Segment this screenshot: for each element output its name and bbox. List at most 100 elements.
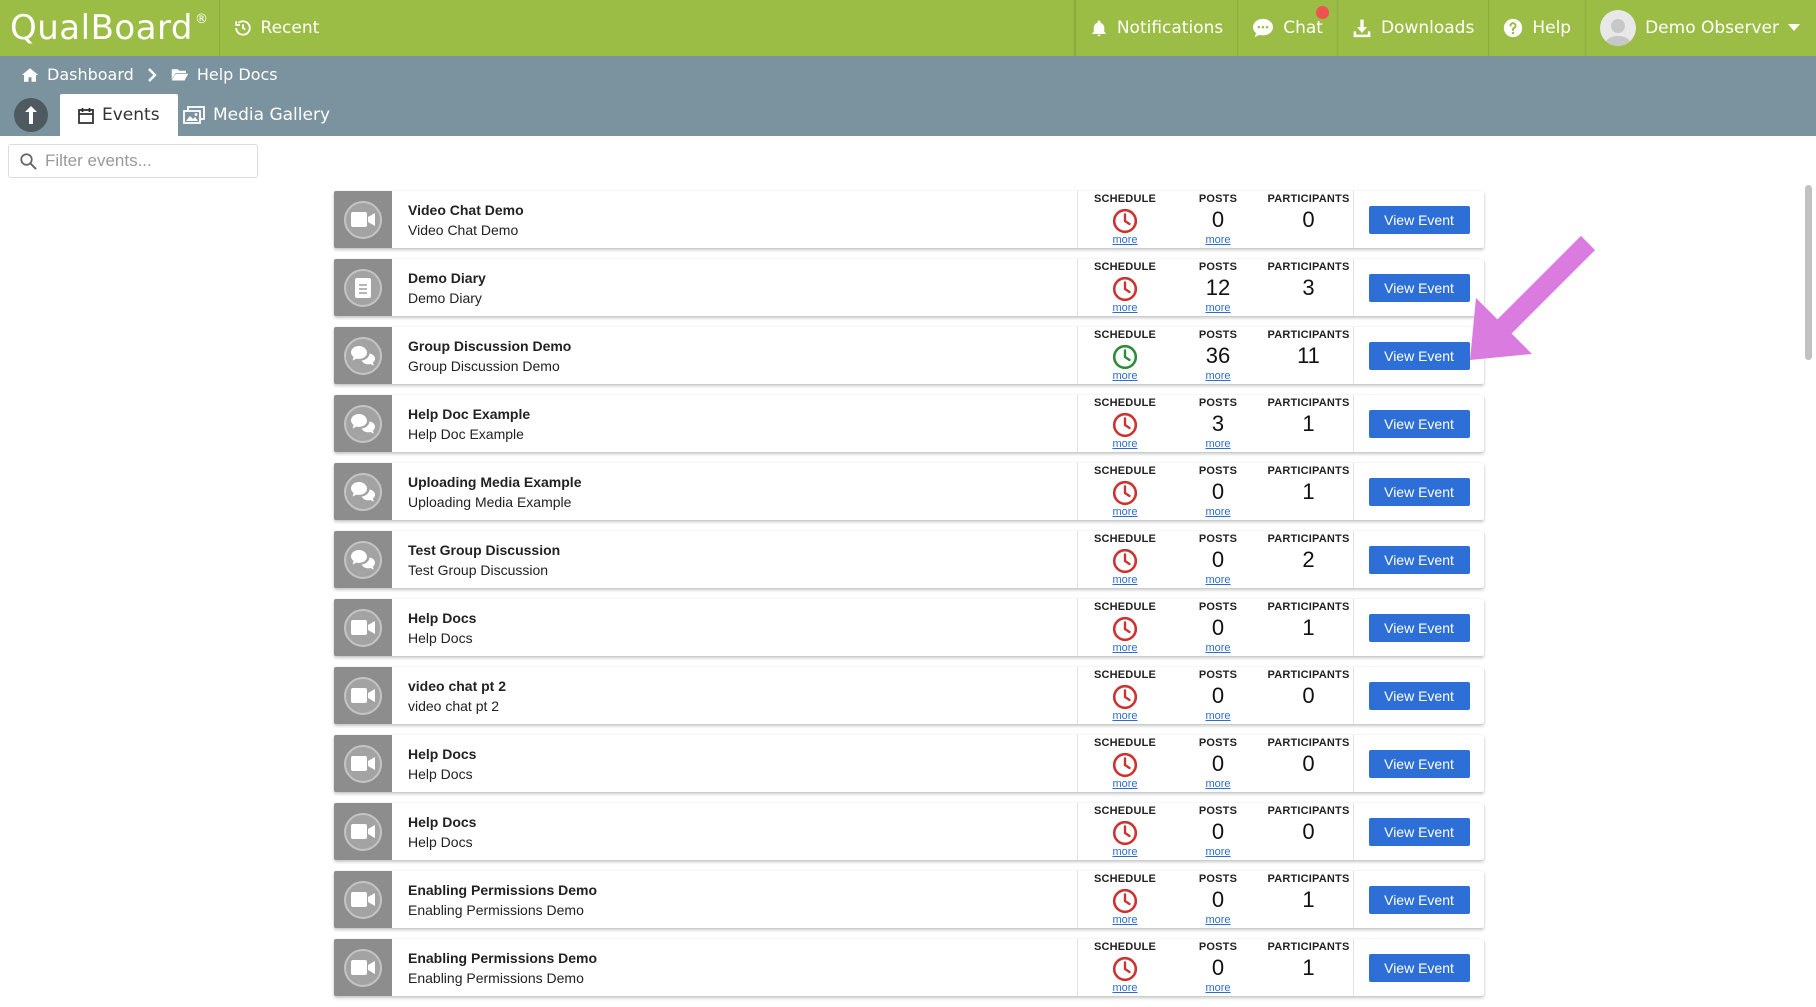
schedule-more-link[interactable]: more xyxy=(1112,302,1137,315)
discussion-icon xyxy=(351,345,375,366)
posts-more-link[interactable]: more xyxy=(1205,914,1230,927)
participants-stat: PARTICIPANTS 11 xyxy=(1264,327,1354,384)
event-type-tile xyxy=(334,939,392,996)
schedule-more-link[interactable]: more xyxy=(1112,914,1137,927)
posts-header: POSTS xyxy=(1198,465,1238,477)
tab-media-gallery-label: Media Gallery xyxy=(213,105,331,125)
posts-more-link[interactable]: more xyxy=(1205,574,1230,587)
participants-count: 1 xyxy=(1302,955,1315,980)
video-camera-icon xyxy=(351,620,375,635)
tab-media-gallery[interactable]: Media Gallery xyxy=(165,94,348,136)
posts-more-link[interactable]: more xyxy=(1205,370,1230,383)
event-type-tile xyxy=(334,667,392,724)
posts-stat: POSTS 0 more xyxy=(1172,939,1264,996)
view-event-button[interactable]: View Event xyxy=(1368,545,1470,574)
logo-text: QualBoard xyxy=(10,8,194,48)
schedule-more-link[interactable]: more xyxy=(1112,370,1137,383)
event-row: video chat pt 2 video chat pt 2 SCHEDULE mo… xyxy=(334,667,1484,724)
back-button[interactable] xyxy=(14,98,48,132)
view-event-button[interactable]: View Event xyxy=(1368,409,1470,438)
view-event-button[interactable]: View Event xyxy=(1368,817,1470,846)
event-row: Help Doc Example Help Doc Example SCHEDULE… xyxy=(334,395,1484,452)
schedule-header: SCHEDULE xyxy=(1093,533,1157,545)
event-type-badge xyxy=(344,608,382,647)
schedule-stat: SCHEDULE more xyxy=(1078,395,1172,452)
qualboard-logo[interactable]: QualBoard ® xyxy=(0,0,219,56)
event-title: video chat pt 2 xyxy=(408,678,507,694)
event-text-block: Help Docs Help Docs xyxy=(392,599,1078,656)
view-event-button[interactable]: View Event xyxy=(1368,749,1470,778)
view-event-cell: View Event xyxy=(1354,939,1484,996)
filter-events-input[interactable] xyxy=(45,151,245,171)
event-type-badge xyxy=(344,948,382,987)
tab-events[interactable]: Events xyxy=(60,94,178,136)
event-subtitle: Group Discussion Demo xyxy=(408,358,560,374)
chat-label: Chat xyxy=(1283,18,1323,38)
posts-more-link[interactable]: more xyxy=(1205,642,1230,655)
posts-header: POSTS xyxy=(1198,397,1238,409)
chat-button[interactable]: Chat xyxy=(1237,0,1337,56)
schedule-more-link[interactable]: more xyxy=(1112,438,1137,451)
notifications-button[interactable]: Notifications xyxy=(1074,0,1237,56)
video-camera-icon xyxy=(351,824,375,839)
posts-stat: POSTS 0 more xyxy=(1172,599,1264,656)
event-subtitle: Test Group Discussion xyxy=(408,562,549,578)
downloads-button[interactable]: Downloads xyxy=(1336,0,1488,56)
schedule-clock xyxy=(1112,548,1138,574)
event-row: Enabling Permissions Demo Enabling Permis… xyxy=(334,871,1484,928)
view-event-button[interactable]: View Event xyxy=(1368,953,1470,982)
event-row: Help Docs Help Docs SCHEDULE more POSTS 0 more… xyxy=(334,599,1484,656)
schedule-more-link[interactable]: more xyxy=(1112,506,1137,519)
download-icon xyxy=(1353,19,1371,38)
media-gallery-icon xyxy=(183,106,205,124)
avatar xyxy=(1600,10,1637,46)
schedule-header: SCHEDULE xyxy=(1093,669,1157,681)
posts-more-link[interactable]: more xyxy=(1205,778,1230,791)
downloads-label: Downloads xyxy=(1380,18,1475,38)
schedule-stat: SCHEDULE more xyxy=(1078,599,1172,656)
view-event-button[interactable]: View Event xyxy=(1368,205,1470,234)
schedule-more-link[interactable]: more xyxy=(1112,982,1137,995)
posts-more-link[interactable]: more xyxy=(1205,982,1230,995)
schedule-more-link[interactable]: more xyxy=(1112,710,1137,723)
breadcrumb-dashboard[interactable]: Dashboard xyxy=(47,65,134,84)
discussion-icon xyxy=(351,413,375,434)
user-menu[interactable]: Demo Observer xyxy=(1585,0,1816,56)
user-silhouette-icon xyxy=(1604,19,1632,46)
help-label: Help xyxy=(1532,18,1572,38)
event-title: Enabling Permissions Demo xyxy=(408,882,598,898)
posts-more-link[interactable]: more xyxy=(1205,506,1230,519)
schedule-more-link[interactable]: more xyxy=(1112,574,1137,587)
schedule-more-link[interactable]: more xyxy=(1112,642,1137,655)
schedule-header: SCHEDULE xyxy=(1093,805,1157,817)
participants-stat: PARTICIPANTS 1 xyxy=(1264,871,1354,928)
view-event-cell: View Event xyxy=(1354,395,1484,452)
schedule-stat: SCHEDULE more xyxy=(1078,871,1172,928)
posts-stat: POSTS 0 more xyxy=(1172,191,1264,248)
schedule-more-link[interactable]: more xyxy=(1112,234,1137,247)
schedule-more-link[interactable]: more xyxy=(1112,846,1137,859)
view-event-button[interactable]: View Event xyxy=(1368,341,1470,370)
event-title: Uploading Media Example xyxy=(408,474,582,490)
view-event-button[interactable]: View Event xyxy=(1368,273,1470,302)
posts-more-link[interactable]: more xyxy=(1205,846,1230,859)
view-event-button[interactable]: View Event xyxy=(1368,681,1470,710)
posts-more-link[interactable]: more xyxy=(1205,710,1230,723)
event-title: Test Group Discussion xyxy=(408,542,561,558)
posts-more-link[interactable]: more xyxy=(1205,438,1230,451)
scrollbar-thumb[interactable] xyxy=(1805,185,1812,360)
posts-more-link[interactable]: more xyxy=(1205,234,1230,247)
schedule-more-link[interactable]: more xyxy=(1112,778,1137,791)
view-event-button[interactable]: View Event xyxy=(1368,477,1470,506)
view-event-button[interactable]: View Event xyxy=(1368,613,1470,642)
help-button[interactable]: Help xyxy=(1488,0,1585,56)
event-title: Demo Diary xyxy=(408,270,486,286)
schedule-inactive-clock-icon xyxy=(1112,616,1138,642)
recent-button[interactable]: Recent xyxy=(218,0,334,56)
posts-more-link[interactable]: more xyxy=(1205,302,1230,315)
participants-header: PARTICIPANTS xyxy=(1267,261,1350,273)
schedule-clock xyxy=(1112,752,1138,778)
view-event-button[interactable]: View Event xyxy=(1368,885,1470,914)
event-text-block: Uploading Media Example Uploading Media E… xyxy=(392,463,1078,520)
schedule-stat: SCHEDULE more xyxy=(1078,463,1172,520)
